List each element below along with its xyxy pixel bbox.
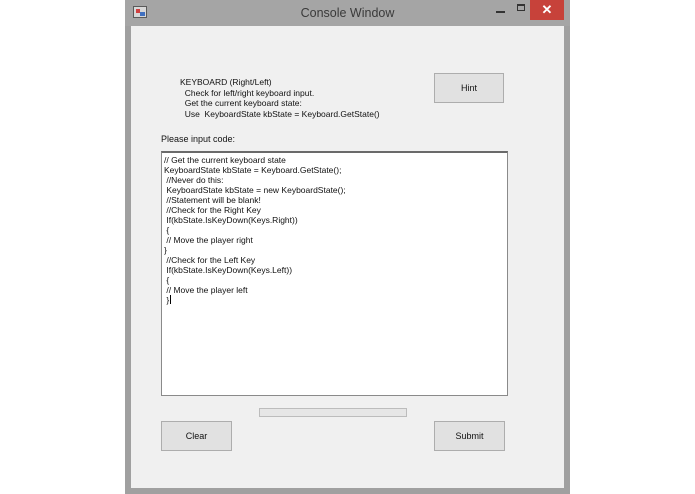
instructions-text: KEYBOARD (Right/Left) Check for left/rig… [180,77,380,119]
code-line: } [164,245,167,255]
code-line: KeyboardState kbState = new KeyboardStat… [164,185,346,195]
window-client-area: KEYBOARD (Right/Left) Check for left/rig… [131,26,564,488]
clear-button[interactable]: Clear [161,421,232,451]
instruction-line: Check for left/right keyboard input. [180,87,315,98]
instruction-line: Use KeyboardState kbState = Keyboard.Get… [180,108,380,119]
code-line: If(kbState.IsKeyDown(Keys.Left)) [164,265,293,275]
code-line: //Statement will be blank! [164,195,261,205]
input-code-label: Please input code: [161,134,236,144]
maximize-button[interactable] [512,0,532,20]
code-line: // Get the current keyboard state [164,155,286,165]
code-line: If(kbState.IsKeyDown(Keys.Right)) [164,215,298,225]
code-line: //Check for the Left Key [164,255,256,265]
code-line: //Check for the Right Key [164,205,261,215]
instruction-line: Get the current keyboard state: [180,98,302,108]
code-line: //Never do this: [164,175,224,185]
close-button[interactable]: ✕ [530,0,564,20]
code-line: // Move the player right [164,235,253,245]
code-line: KeyboardState kbState = Keyboard.GetStat… [164,165,342,175]
minimize-button[interactable] [491,0,511,20]
instruction-line: KEYBOARD (Right/Left) [180,77,272,87]
code-line: // Move the player left [164,285,248,295]
submit-button[interactable]: Submit [434,421,505,451]
code-line: { [164,275,170,285]
console-window: Console Window ✕ KEYBOARD (Right/Left) C… [125,0,570,494]
code-input[interactable]: // Get the current keyboard state Keyboa… [161,151,508,396]
title-bar[interactable]: Console Window ✕ [125,0,570,26]
code-line: } [164,295,170,305]
progress-bar [259,408,407,417]
hint-button[interactable]: Hint [434,73,504,103]
maximize-icon [517,4,525,11]
minimize-icon [496,11,505,13]
code-line: { [164,225,170,235]
close-icon: ✕ [541,2,553,17]
text-caret [170,295,172,304]
